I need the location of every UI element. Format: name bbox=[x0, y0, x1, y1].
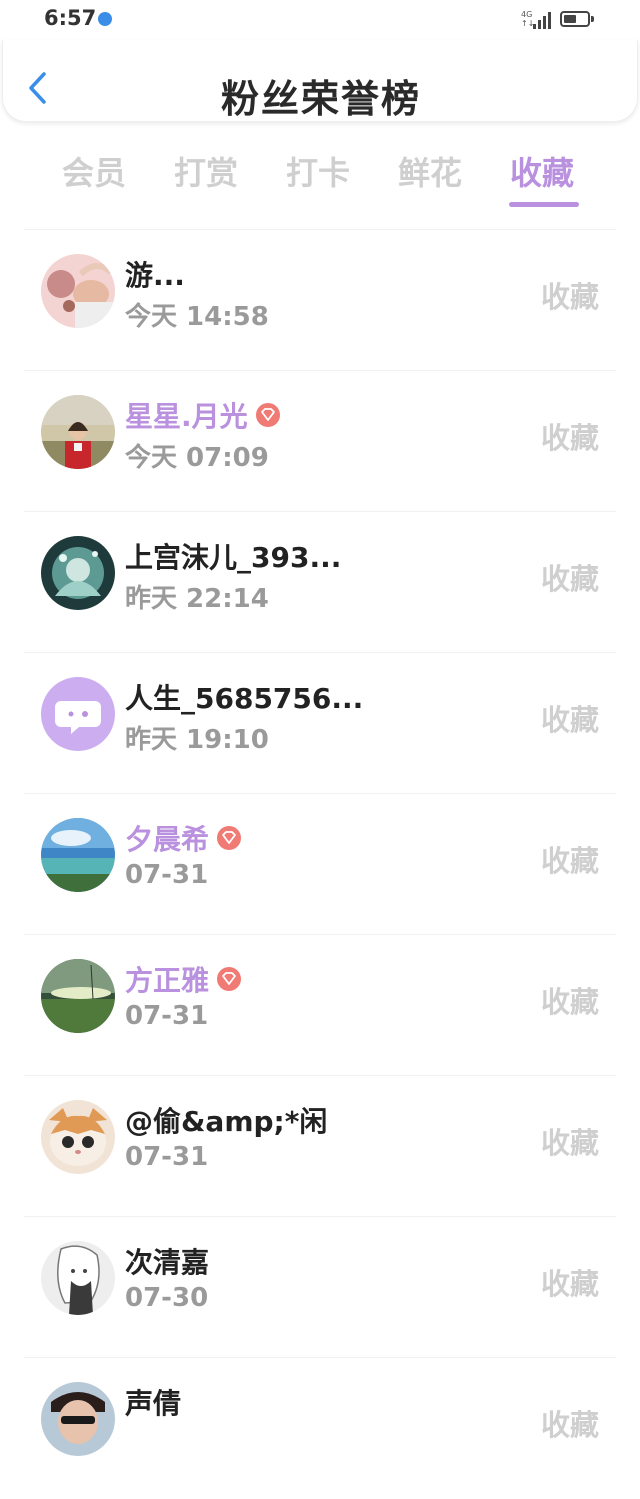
person-photo-avatar bbox=[41, 1382, 115, 1456]
avatar bbox=[41, 818, 115, 892]
avatar bbox=[41, 395, 115, 469]
battery-icon bbox=[560, 11, 590, 27]
fantasy-art-avatar bbox=[41, 536, 115, 610]
battery-level bbox=[564, 15, 576, 23]
status-bar: 6:57 4G ↑↓ bbox=[0, 0, 640, 40]
favorite-label: 收藏 bbox=[541, 985, 600, 1019]
avatar bbox=[41, 254, 115, 328]
favorite-label: 收藏 bbox=[541, 703, 600, 737]
avatar bbox=[41, 1382, 115, 1456]
favorite-label: 收藏 bbox=[541, 421, 600, 455]
favorite-label: 收藏 bbox=[541, 562, 600, 596]
location-dot-icon bbox=[98, 12, 112, 26]
fan-name: @偷&amp;*闲 bbox=[125, 1105, 328, 1138]
default-chat-avatar bbox=[41, 677, 115, 751]
tab-reward[interactable]: 打赏 bbox=[174, 148, 238, 194]
fan-name: 声倩 bbox=[125, 1387, 182, 1420]
fan-name: 上宫沫儿_393... bbox=[125, 541, 342, 574]
fan-name: 星星.月光 bbox=[125, 395, 280, 435]
fan-name: 人生_5685756... bbox=[125, 682, 364, 715]
signal-icon bbox=[533, 11, 553, 29]
vip-diamond-icon bbox=[217, 826, 242, 850]
header: 粉丝荣誉榜 bbox=[2, 40, 638, 122]
fan-time: 今天 14:58 bbox=[125, 302, 269, 332]
list-item[interactable]: 上宫沫儿_393... 昨天 22:14 收藏 bbox=[0, 512, 640, 653]
green-field-avatar bbox=[41, 959, 115, 1033]
list-item[interactable]: 星星.月光 今天 07:09 收藏 bbox=[0, 371, 640, 512]
avatar bbox=[41, 677, 115, 751]
sea-landscape-avatar bbox=[41, 818, 115, 892]
kitten-photo-avatar bbox=[41, 1100, 115, 1174]
favorite-label: 收藏 bbox=[541, 280, 600, 314]
tab-flowers[interactable]: 鲜花 bbox=[398, 148, 462, 194]
list-item[interactable]: 人生_5685756... 昨天 19:10 收藏 bbox=[0, 653, 640, 794]
vip-diamond-icon bbox=[217, 967, 242, 991]
avatar bbox=[41, 536, 115, 610]
fan-time: 昨天 22:14 bbox=[125, 584, 269, 614]
page-title: 粉丝荣誉榜 bbox=[220, 77, 421, 121]
avatar bbox=[41, 959, 115, 1033]
fan-time: 昨天 19:10 bbox=[125, 725, 269, 755]
tab-member[interactable]: 会员 bbox=[62, 148, 126, 194]
fan-name: 次清嘉 bbox=[125, 1246, 210, 1279]
list-item[interactable]: 次清嘉 07-30 收藏 bbox=[0, 1217, 640, 1358]
avatar bbox=[41, 1100, 115, 1174]
tab-checkin[interactable]: 打卡 bbox=[286, 148, 350, 194]
battery-tip bbox=[591, 16, 594, 22]
favorite-label: 收藏 bbox=[541, 1126, 600, 1160]
fan-time: 今天 07:09 bbox=[125, 443, 269, 473]
list-item[interactable]: 夕晨希 07-31 收藏 bbox=[0, 794, 640, 935]
fan-time: 07-31 bbox=[125, 1001, 209, 1031]
favorite-label: 收藏 bbox=[541, 1408, 600, 1442]
active-tab-indicator bbox=[509, 202, 579, 207]
list-item[interactable]: 声倩 收藏 bbox=[0, 1358, 640, 1499]
list-item[interactable]: 游... 今天 14:58 收藏 bbox=[0, 230, 640, 371]
fan-time: 07-31 bbox=[125, 860, 209, 890]
status-time: 6:57 bbox=[44, 6, 97, 30]
vip-diamond-icon bbox=[255, 403, 280, 427]
fan-name: 方正雅 bbox=[125, 959, 242, 999]
tab-favorites[interactable]: 收藏 bbox=[510, 148, 574, 194]
fan-time: 07-30 bbox=[125, 1283, 209, 1313]
list-item[interactable]: 方正雅 07-31 收藏 bbox=[0, 935, 640, 1076]
girl-photo-avatar bbox=[41, 395, 115, 469]
favorite-label: 收藏 bbox=[541, 1267, 600, 1301]
list-item[interactable]: @偷&amp;*闲 07-31 收藏 bbox=[0, 1076, 640, 1217]
avatar bbox=[41, 1241, 115, 1315]
anime-sketch-avatar bbox=[41, 1241, 115, 1315]
favorite-label: 收藏 bbox=[541, 844, 600, 878]
fan-name: 游... bbox=[125, 259, 185, 292]
fan-time: 07-31 bbox=[125, 1142, 209, 1172]
fan-name: 夕晨希 bbox=[125, 818, 242, 858]
cartoon-cat-avatar bbox=[41, 254, 115, 328]
